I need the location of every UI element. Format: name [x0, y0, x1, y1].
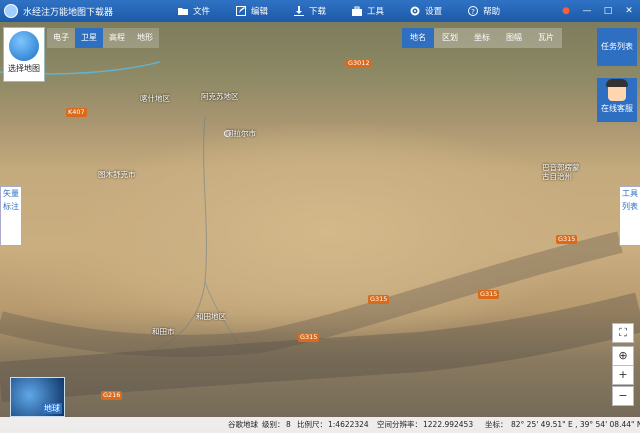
download-icon — [294, 6, 305, 16]
gear-icon — [410, 6, 420, 16]
tab-terrain[interactable]: 地形 — [131, 28, 159, 48]
earth-minimap[interactable]: 地球 — [10, 377, 65, 417]
app-logo-icon — [4, 4, 18, 18]
road-shield: G216 — [101, 391, 123, 400]
close-icon[interactable]: ✕ — [622, 6, 636, 16]
menu-download[interactable]: 下载 — [294, 5, 326, 17]
status-level: 8 — [286, 420, 291, 429]
tab-coordinates[interactable]: 坐标 — [466, 28, 498, 48]
task-list-button[interactable]: 任务列表 — [597, 28, 637, 66]
status-coords: 82° 25' 49.51" E , 39° 54' 08.44" N — [511, 420, 640, 429]
minimap-label: 地球 — [42, 403, 62, 414]
status-level-label: 级别： — [262, 420, 285, 429]
menu-label: 文件 — [193, 7, 211, 17]
help-icon: ? — [468, 6, 479, 16]
tab-place-names[interactable]: 地名 — [402, 28, 434, 48]
tab-tiles[interactable]: 瓦片 — [530, 28, 562, 48]
online-service-button[interactable]: 在线客服 — [597, 78, 637, 122]
map-label: 和田市 — [152, 327, 175, 336]
locate-icon[interactable]: ⊕ — [612, 346, 634, 366]
tab-elevation[interactable]: 高程 — [103, 28, 131, 48]
map-type-tabs: 电子 卫星 高程 地形 — [47, 28, 159, 48]
menu-label: 帮助 — [483, 7, 501, 17]
fullscreen-icon[interactable]: ⛶ — [612, 323, 634, 343]
map-canvas[interactable]: 阿克苏地区 阿拉尔市 喀什地区 图木舒克市 和田地区 和田市 巴音郭楞蒙古自治州… — [0, 22, 640, 433]
menu-label: 编辑 — [251, 7, 269, 17]
map-label: 图木舒克市 — [98, 170, 136, 179]
tool-list-tab[interactable]: 工具列表 — [619, 186, 640, 246]
window-controls: ● — □ ✕ — [552, 0, 636, 22]
status-bar: 谷歌地球 级别： 8 比例尺： 1:4622324 空间分辨率： 1222.99… — [0, 417, 640, 433]
status-scale-label: 比例尺： — [297, 420, 327, 429]
select-map-button[interactable]: 选择地图 — [3, 27, 45, 82]
app-title: 水经注万能地图下载器 — [23, 7, 114, 18]
road-shield: G315 — [368, 295, 390, 304]
map-label: 和田地区 — [196, 312, 226, 321]
user-icon[interactable]: ● — [559, 6, 573, 16]
status-resolution: 1222.992453 — [423, 420, 474, 429]
main-menu: 文件 编辑 下载 工具 设置 ? 帮助 — [178, 0, 526, 22]
menu-help[interactable]: ? 帮助 — [468, 5, 500, 17]
minimize-icon[interactable]: — — [580, 6, 594, 16]
road-shield: G3012 — [346, 59, 372, 68]
tab-divisions[interactable]: 区划 — [434, 28, 466, 48]
map-label: 巴音郭楞蒙古自治州 — [542, 163, 580, 181]
zoom-out-button[interactable]: − — [612, 386, 634, 406]
select-map-label: 选择地图 — [8, 64, 40, 73]
globe-icon — [9, 31, 39, 61]
road-shield: G315 — [478, 290, 500, 299]
service-label: 在线客服 — [601, 104, 633, 113]
menu-label: 工具 — [367, 7, 385, 17]
folder-icon — [178, 8, 188, 15]
toolbox-icon — [352, 6, 363, 16]
map-label: 喀什地区 — [140, 94, 170, 103]
road-shield: G315 — [556, 235, 578, 244]
road-shield: G315 — [298, 333, 320, 342]
tab-map-sheet[interactable]: 图幅 — [498, 28, 530, 48]
map-label: 阿拉尔市 — [226, 129, 256, 138]
river-lines — [0, 61, 640, 402]
edit-icon — [236, 6, 247, 16]
menu-label: 下载 — [309, 7, 327, 17]
status-coord-label: 坐标： — [485, 420, 508, 429]
avatar — [606, 79, 628, 101]
status-resolution-label: 空间分辨率： — [377, 420, 422, 429]
map-label: 阿克苏地区 — [201, 92, 239, 101]
tab-satellite[interactable]: 卫星 — [75, 28, 103, 48]
menu-edit[interactable]: 编辑 — [236, 5, 268, 17]
road-shield: K407 — [66, 108, 87, 117]
status-scale: 1:4622324 — [328, 420, 369, 429]
maximize-icon[interactable]: □ — [601, 6, 615, 16]
menu-settings[interactable]: 设置 — [410, 5, 442, 17]
svg-text:?: ? — [471, 8, 475, 16]
tab-electronic[interactable]: 电子 — [47, 28, 75, 48]
menu-file[interactable]: 文件 — [178, 5, 210, 17]
status-source: 谷歌地球 — [228, 420, 258, 429]
tool-tabs: 地名 区划 坐标 图幅 瓦片 — [402, 28, 562, 48]
vector-annotation-tab[interactable]: 矢量标注 — [0, 186, 22, 246]
menu-tools[interactable]: 工具 — [352, 5, 384, 17]
menu-label: 设置 — [425, 7, 443, 17]
zoom-in-button[interactable]: + — [612, 365, 634, 385]
